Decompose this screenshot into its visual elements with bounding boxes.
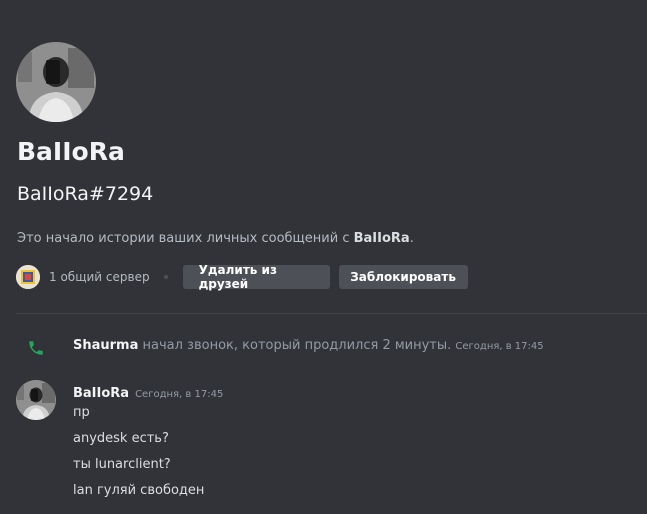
remove-friend-button[interactable]: Удалить из друзей — [182, 263, 330, 291]
message-avatar-image — [16, 380, 56, 420]
separator-dot — [163, 275, 168, 279]
message-text: anydesk есть? — [73, 431, 169, 446]
profile-actions-row: 1 общий сервер Удалить из друзей Заблоки… — [16, 263, 468, 291]
intro-username: BaIIoRa — [353, 231, 410, 246]
message-header: BaIIoRa Сегодня, в 17:45 — [73, 382, 223, 401]
intro-suffix: . — [409, 231, 414, 246]
block-button[interactable]: Заблокировать — [338, 265, 468, 289]
profile-tag: BaIIoRa#7294 — [17, 183, 154, 205]
message-text: ты lunarclient? — [73, 457, 171, 472]
intro-prefix: Это начало истории ваших личных сообщени… — [17, 231, 354, 246]
phone-icon — [27, 339, 45, 357]
server-icon[interactable] — [16, 265, 40, 289]
message-timestamp: Сегодня, в 17:45 — [135, 389, 224, 400]
profile-photo-image — [16, 42, 96, 122]
message-author[interactable]: BaIIoRa — [73, 386, 129, 401]
profile-avatar[interactable] — [16, 42, 96, 122]
call-event: Shaurma начал звонок, который продлился … — [0, 336, 647, 358]
server-icon-image — [16, 265, 40, 289]
message-text: lan гуляй свободен — [73, 483, 205, 498]
call-description: начал звонок, который продлился 2 минуты… — [138, 338, 456, 353]
dm-intro-text: Это начало истории ваших личных сообщени… — [17, 230, 414, 248]
call-timestamp: Сегодня, в 17:45 — [455, 341, 544, 352]
message-text: пр — [73, 405, 90, 420]
call-username[interactable]: Shaurma — [73, 338, 138, 353]
call-event-text: Shaurma начал звонок, который продлился … — [73, 338, 544, 353]
profile-username: BaIIoRa — [17, 137, 125, 166]
mutual-servers-link[interactable]: 1 общий сервер — [49, 270, 150, 284]
message-author-avatar[interactable] — [16, 380, 56, 420]
divider — [16, 313, 647, 314]
